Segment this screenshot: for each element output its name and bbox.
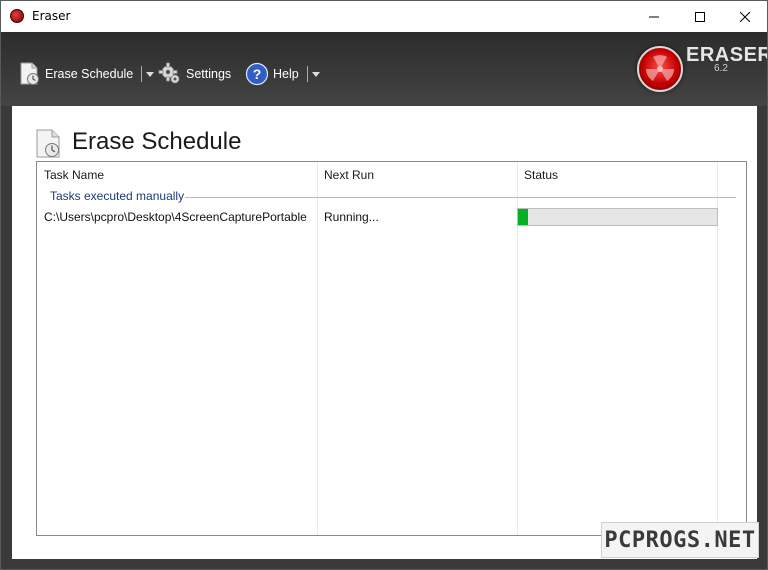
schedule-document-icon	[36, 129, 60, 158]
help-dropdown-icon[interactable]	[311, 71, 320, 77]
radiation-symbol-icon	[646, 55, 674, 81]
app-logo-icon	[10, 9, 24, 23]
progress-fill	[518, 209, 528, 225]
minimize-icon	[649, 16, 659, 17]
title-bar: Eraser	[1, 1, 767, 32]
help-label: Help	[273, 67, 299, 81]
close-icon	[740, 11, 750, 22]
page-title: Erase Schedule	[72, 128, 242, 155]
erase-schedule-button[interactable]: Erase Schedule	[19, 60, 155, 88]
logo-version: 6.2	[714, 63, 728, 74]
erase-schedule-panel: Erase Schedule Task Name Next Run Status…	[12, 106, 757, 559]
next-run-cell: Running...	[324, 210, 379, 224]
settings-label: Settings	[186, 67, 232, 81]
task-list[interactable]: Task Name Next Run Status Tasks executed…	[36, 161, 747, 536]
schedule-document-icon	[20, 62, 39, 85]
watermark: PCPROGS.NET	[601, 522, 759, 558]
maximize-button[interactable]	[677, 1, 723, 32]
eraser-window: Eraser Erase Schedule Settings ? Help ER…	[0, 0, 768, 570]
settings-button[interactable]: Settings	[158, 60, 231, 88]
column-divider	[317, 162, 318, 535]
help-question-icon: ?	[245, 62, 269, 86]
column-header-next-run[interactable]: Next Run	[324, 162, 374, 188]
toolbar-separator	[141, 66, 143, 82]
eraser-logo-icon	[637, 46, 683, 92]
group-header[interactable]: Tasks executed manually	[50, 189, 184, 203]
column-header-status[interactable]: Status	[524, 162, 558, 188]
minimize-button[interactable]	[631, 1, 677, 32]
group-rule	[185, 197, 736, 198]
toolbar-separator	[306, 66, 308, 82]
help-button[interactable]: ? Help	[245, 60, 320, 88]
gear-icon	[158, 62, 180, 84]
erase-schedule-label: Erase Schedule	[45, 67, 134, 81]
svg-text:?: ?	[253, 66, 262, 82]
status-progress-bar	[517, 208, 718, 226]
window-title: Eraser	[32, 9, 71, 23]
column-header-task-name[interactable]: Task Name	[44, 162, 104, 188]
maximize-icon	[695, 11, 705, 22]
content-frame: Erase Schedule Task Name Next Run Status…	[1, 106, 767, 569]
erase-schedule-dropdown-icon[interactable]	[146, 71, 155, 77]
close-button[interactable]	[722, 1, 767, 32]
task-name-cell: C:\Users\pcpro\Desktop\4ScreenCapturePor…	[44, 210, 307, 224]
